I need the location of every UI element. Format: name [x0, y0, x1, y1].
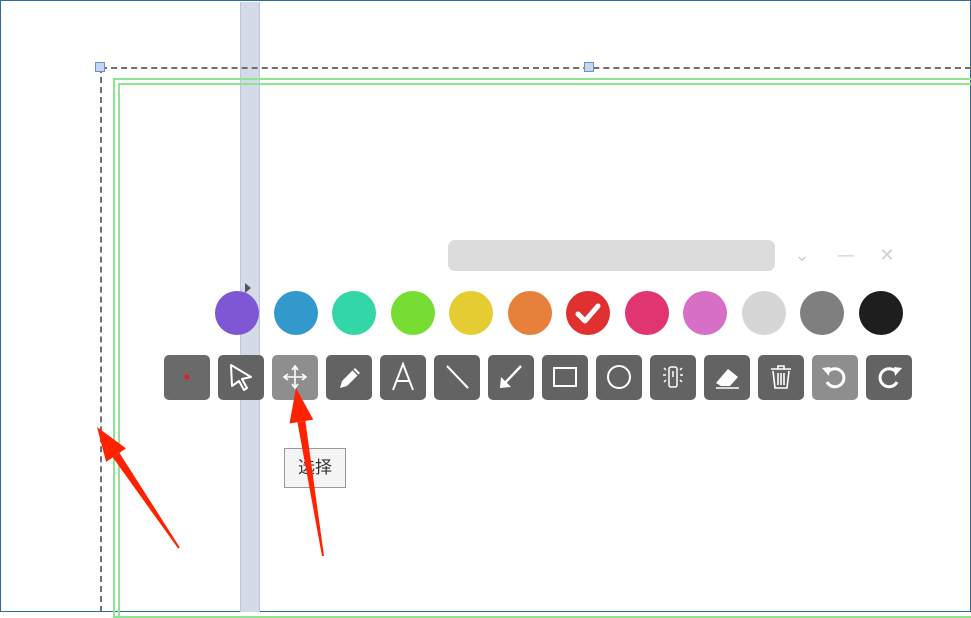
move-tool[interactable] — [272, 355, 318, 400]
spotlight-tool[interactable] — [650, 355, 696, 400]
color-swatch[interactable] — [683, 291, 727, 335]
text-tool[interactable] — [380, 355, 426, 400]
resize-handle-top-left[interactable] — [95, 62, 105, 72]
toolbar-title-bar[interactable] — [448, 240, 775, 271]
color-swatch[interactable] — [800, 291, 844, 335]
color-swatch[interactable] — [449, 291, 493, 335]
selection-border-left — [100, 67, 102, 612]
cursor-arrow-icon — [230, 364, 252, 391]
color-swatch[interactable] — [273, 291, 318, 335]
circle-icon — [607, 365, 631, 389]
spotlight-icon — [663, 366, 683, 388]
text-a-icon — [392, 361, 414, 391]
color-swatch[interactable] — [507, 291, 552, 335]
eraser-tool[interactable] — [704, 355, 750, 400]
color-swatch[interactable] — [858, 291, 903, 335]
resize-handle-top-center[interactable] — [584, 62, 594, 72]
arrow-icon — [500, 365, 522, 388]
dot-pointer-tool[interactable] — [164, 355, 210, 400]
capture-region-border-inner — [118, 83, 971, 618]
pen-tool[interactable] — [326, 355, 372, 400]
arrow-tool[interactable] — [488, 355, 534, 400]
selection-border-top — [101, 67, 971, 69]
trash-icon — [771, 365, 791, 389]
undo-icon — [822, 367, 846, 389]
color-swatch[interactable] — [741, 291, 786, 335]
checkmark-icon — [575, 303, 601, 324]
caret-marker-icon — [245, 283, 251, 293]
line-tool[interactable] — [434, 355, 480, 400]
chevron-down-icon[interactable]: ⌄ — [792, 246, 812, 266]
rectangle-tool[interactable] — [542, 355, 588, 400]
minimize-icon[interactable]: — — [836, 246, 856, 266]
ellipse-tool[interactable] — [596, 355, 642, 400]
cursor-tool[interactable] — [218, 355, 264, 400]
undo-tool[interactable] — [812, 355, 858, 400]
line-icon — [446, 365, 469, 389]
color-swatch[interactable] — [390, 291, 435, 335]
clear-tool[interactable] — [758, 355, 804, 400]
tooltip: 选择 — [284, 448, 346, 488]
eraser-icon — [716, 369, 739, 389]
close-icon[interactable]: ✕ — [877, 246, 897, 266]
move-arrows-icon — [282, 364, 308, 390]
pencil-icon — [340, 368, 360, 388]
red-dot-icon — [184, 374, 190, 380]
color-swatch[interactable] — [332, 291, 376, 335]
color-swatch[interactable] — [624, 291, 669, 335]
redo-tool[interactable] — [866, 355, 912, 400]
rectangle-icon — [553, 367, 577, 387]
color-swatch[interactable] — [566, 291, 610, 335]
color-swatch[interactable] — [215, 291, 259, 335]
redo-icon — [878, 367, 902, 389]
